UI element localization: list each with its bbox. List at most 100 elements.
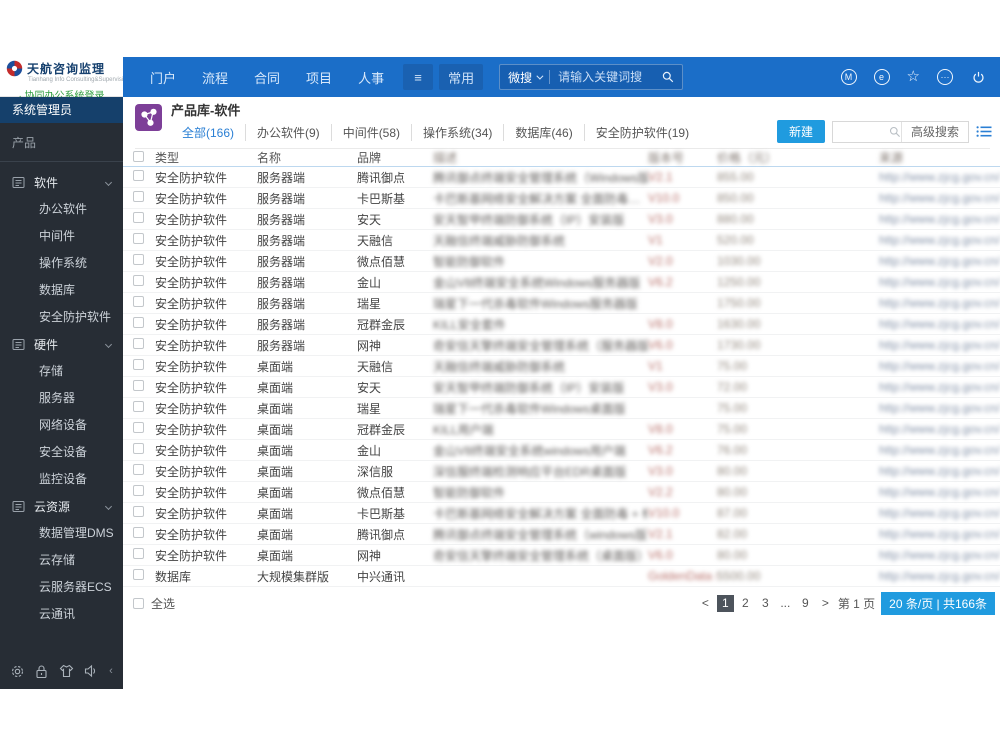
- row-checkbox[interactable]: [133, 296, 144, 307]
- category-tab[interactable]: 办公软件(9): [245, 124, 331, 141]
- pagination-item[interactable]: >: [817, 595, 834, 612]
- table-row[interactable]: 安全防护软件 服务器端 安天 安天智甲终端防御系统（IP）安装版 V3.0 88…: [123, 209, 1000, 230]
- tree-group[interactable]: 硬件: [0, 331, 123, 358]
- tree-group[interactable]: 软件: [0, 169, 123, 196]
- nav-item[interactable]: 流程: [189, 68, 241, 87]
- theme-icon[interactable]: [59, 664, 74, 678]
- tree-item[interactable]: 云服务器ECS: [0, 574, 123, 601]
- tree-item[interactable]: 办公软件: [0, 196, 123, 223]
- row-checkbox[interactable]: [133, 422, 144, 433]
- category-tab[interactable]: 数据库(46): [503, 124, 583, 141]
- table-row[interactable]: 安全防护软件 桌面端 深信服 深信服终端检测响应平台EDR桌面版 V3.0 80…: [123, 461, 1000, 482]
- tree-item[interactable]: 数据管理DMS: [0, 520, 123, 547]
- table-row[interactable]: 安全防护软件 桌面端 微点佰慧 智能防御软件 V2.2 80.00 http:/…: [123, 482, 1000, 503]
- pagination-item[interactable]: <: [697, 595, 714, 612]
- table-row[interactable]: 数据库 大规模集群版 中兴通讯 GoldenData s… 5500.00 ht…: [123, 566, 1000, 587]
- row-checkbox[interactable]: [133, 527, 144, 538]
- select-all-checkbox[interactable]: [133, 598, 144, 609]
- table-search-input[interactable]: [832, 122, 889, 141]
- table-row[interactable]: 安全防护软件 服务器端 卡巴斯基 卡巴斯基网络安全解决方案 全面防毒… V10.…: [123, 188, 1000, 209]
- table-row[interactable]: 安全防护软件 桌面端 腾讯御点 腾讯御点终端安全管理系统（windows版）V2…: [123, 524, 1000, 545]
- star-icon[interactable]: ☆: [907, 69, 920, 85]
- tree-group[interactable]: 云资源: [0, 493, 123, 520]
- advanced-search-button[interactable]: 高级搜索: [900, 121, 968, 142]
- select-all-checkbox[interactable]: [133, 150, 144, 162]
- table-row[interactable]: 安全防护软件 服务器端 微点佰慧 智能防御软件 V2.0 1030.00 htt…: [123, 251, 1000, 272]
- pagination-item[interactable]: 2: [737, 595, 754, 612]
- search-scope-dropdown[interactable]: 微搜: [508, 69, 544, 86]
- nav-item[interactable]: 门户: [137, 68, 189, 87]
- table-row[interactable]: 安全防护软件 桌面端 网神 奇安信天擎终端安全管理系统（桌面版） V6.0 80…: [123, 545, 1000, 566]
- category-tab[interactable]: 安全防护软件(19): [583, 124, 700, 141]
- table-row[interactable]: 安全防护软件 服务器端 天融信 天融信终端威胁防御系统 V1 520.00 ht…: [123, 230, 1000, 251]
- row-checkbox[interactable]: [133, 233, 144, 244]
- tree-item[interactable]: 网络设备: [0, 412, 123, 439]
- search-icon[interactable]: [889, 126, 901, 138]
- tree-item[interactable]: 云通讯: [0, 601, 123, 628]
- new-button[interactable]: 新建: [776, 120, 825, 143]
- row-checkbox[interactable]: [133, 485, 144, 496]
- sound-icon[interactable]: [84, 664, 99, 678]
- power-icon[interactable]: [970, 69, 986, 85]
- nav-item-frequent[interactable]: 常用: [439, 64, 484, 90]
- row-checkbox[interactable]: [133, 569, 144, 580]
- cell-source-blurred: http://www.zjcg.gov.cn/cgfl/jsp/: [879, 422, 1000, 436]
- pagination-item[interactable]: 1: [716, 595, 734, 612]
- row-checkbox[interactable]: [133, 170, 144, 181]
- row-checkbox[interactable]: [133, 338, 144, 349]
- table-row[interactable]: 安全防护软件 服务器端 腾讯御点 腾讯御点终端安全管理系统（Windows版） …: [123, 167, 1000, 188]
- table-row[interactable]: 安全防护软件 服务器端 瑞星 瑞星下一代杀毒软件Windows服务器版 1750…: [123, 293, 1000, 314]
- table-row[interactable]: 安全防护软件 桌面端 冠群金辰 KILL用户端 V8.0 75.00 http:…: [123, 419, 1000, 440]
- table-row[interactable]: 安全防护软件 服务器端 金山 金山V8终端安全系统Windows服务器版 V6.…: [123, 272, 1000, 293]
- table-row[interactable]: 安全防护软件 桌面端 天融信 天融信终端威胁防御系统 V1 75.00 http…: [123, 356, 1000, 377]
- pagination-item[interactable]: 3: [757, 595, 774, 612]
- tree-item[interactable]: 安全设备: [0, 439, 123, 466]
- table-row[interactable]: 安全防护软件 桌面端 卡巴斯基 卡巴斯基网络安全解决方案 全面防毒 + 标准版……: [123, 503, 1000, 524]
- category-tab[interactable]: 中间件(58): [330, 124, 411, 141]
- table-row[interactable]: 安全防护软件 服务器端 网神 奇安信天擎终端安全管理系统（服务器版） V6.0 …: [123, 335, 1000, 356]
- row-checkbox[interactable]: [133, 254, 144, 265]
- nav-item[interactable]: 人事: [345, 68, 397, 87]
- row-checkbox[interactable]: [133, 443, 144, 454]
- pagination-item[interactable]: ...: [777, 595, 794, 612]
- category-tab[interactable]: 操作系统(34): [411, 124, 503, 141]
- row-checkbox[interactable]: [133, 212, 144, 223]
- message-icon[interactable]: e: [873, 69, 890, 85]
- tree-item[interactable]: 中间件: [0, 223, 123, 250]
- nav-item[interactable]: 项目: [293, 68, 345, 87]
- tree-item[interactable]: 服务器: [0, 385, 123, 412]
- cell-brand: 天融信: [357, 359, 394, 374]
- row-checkbox[interactable]: [133, 191, 144, 202]
- lock-icon[interactable]: [35, 664, 48, 679]
- m-circle-icon[interactable]: M: [840, 69, 857, 85]
- row-checkbox[interactable]: [133, 548, 144, 559]
- gear-icon[interactable]: [10, 664, 25, 679]
- tree-item[interactable]: 监控设备: [0, 466, 123, 493]
- category-tab[interactable]: 全部(166): [171, 124, 245, 141]
- global-search-input[interactable]: [558, 70, 663, 84]
- tree-item[interactable]: 安全防护软件: [0, 304, 123, 331]
- table-row[interactable]: 安全防护软件 桌面端 金山 金山V8终端安全系统windows用户端 V6.2 …: [123, 440, 1000, 461]
- tree-item[interactable]: 操作系统: [0, 250, 123, 277]
- pagination-item[interactable]: 9: [797, 595, 814, 612]
- table-row[interactable]: 安全防护软件 桌面端 瑞星 瑞星下一代杀毒软件Windows桌面版 75.00 …: [123, 398, 1000, 419]
- sidebar-collapse-icon[interactable]: ‹: [109, 665, 113, 677]
- row-checkbox[interactable]: [133, 464, 144, 475]
- list-view-icon[interactable]: [976, 125, 992, 138]
- row-checkbox[interactable]: [133, 401, 144, 412]
- table-row[interactable]: 安全防护软件 桌面端 安天 安天智甲终端防御系统（IP）安装版 V3.0 72.…: [123, 377, 1000, 398]
- search-icon[interactable]: [662, 71, 674, 83]
- row-checkbox[interactable]: [133, 275, 144, 286]
- row-checkbox[interactable]: [133, 317, 144, 328]
- table-row[interactable]: 安全防护软件 服务器端 冠群金辰 KILL安全套件 V8.0 1630.00 h…: [123, 314, 1000, 335]
- page-size-badge[interactable]: 20 条/页 | 共166条: [881, 592, 995, 615]
- menu-toggle-icon[interactable]: ≡: [403, 64, 434, 90]
- more-icon[interactable]: ···: [937, 69, 953, 85]
- row-checkbox[interactable]: [133, 380, 144, 391]
- tree-item[interactable]: 数据库: [0, 277, 123, 304]
- tree-item[interactable]: 云存储: [0, 547, 123, 574]
- nav-item[interactable]: 合同: [241, 68, 293, 87]
- tree-item[interactable]: 存储: [0, 358, 123, 385]
- row-checkbox[interactable]: [133, 359, 144, 370]
- row-checkbox[interactable]: [133, 506, 144, 517]
